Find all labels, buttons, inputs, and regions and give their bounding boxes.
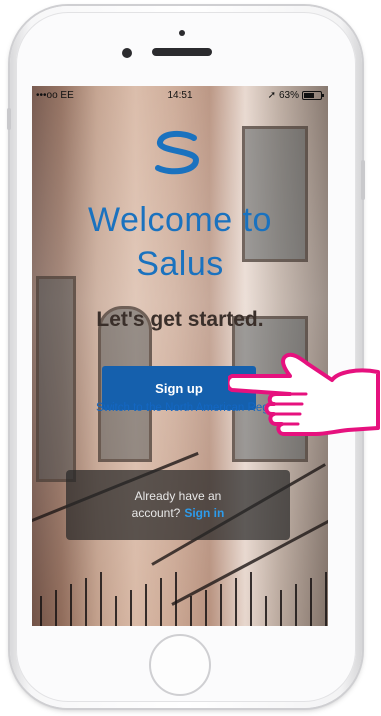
status-bar: •••oo EE 14:51 ➚ 63% — [32, 86, 328, 106]
bg-rail-bar — [235, 578, 237, 626]
bg-rail-bar — [220, 584, 222, 626]
signin-prompt-line-1: Already have an — [134, 489, 222, 503]
pointing-hand-icon — [228, 352, 380, 436]
bg-rail-bar — [145, 584, 147, 626]
bg-window — [36, 276, 76, 482]
bg-rail-bar — [325, 572, 327, 626]
salus-s-logo-icon — [155, 130, 200, 175]
location-arrow-icon: ➚ — [267, 90, 276, 101]
side-button-left — [7, 108, 11, 130]
earpiece-speaker — [152, 48, 212, 56]
bg-rail-bar — [40, 596, 42, 626]
bg-rail-bar — [100, 572, 102, 626]
bg-rail-bar — [280, 590, 282, 626]
bg-rail-bar — [265, 596, 267, 626]
bg-rail-bar — [310, 578, 312, 626]
battery-percent: 63% — [278, 90, 299, 101]
bg-rail-bar — [190, 596, 192, 626]
sign-in-link[interactable]: Sign in — [184, 506, 224, 520]
bg-rail-bar — [160, 578, 162, 626]
bg-rail-bar — [85, 578, 87, 626]
battery-fill — [304, 93, 314, 98]
battery-tip — [322, 94, 324, 97]
tagline: Let's get started. — [96, 308, 264, 331]
bg-rail-bar — [295, 584, 297, 626]
side-button-right — [361, 160, 365, 200]
front-camera — [122, 48, 132, 58]
bg-rail-bar — [175, 572, 177, 626]
signin-prompt-line-2: account? Sign in — [66, 505, 290, 522]
front-sensor — [179, 30, 185, 36]
bg-rail-bar — [130, 590, 132, 626]
welcome-line-1: Welcome to — [88, 201, 272, 239]
bg-rail-bar — [115, 596, 117, 626]
bg-rail-bar — [55, 590, 57, 626]
bg-rail-bar — [250, 572, 252, 626]
bg-rail-bar — [205, 590, 207, 626]
battery-icon — [302, 91, 324, 100]
signin-prompt-text: account? — [131, 506, 181, 520]
welcome-heading: Welcome to Salus — [32, 198, 328, 286]
sign-in-panel: Already have an account? Sign in — [66, 470, 290, 540]
battery-status: ➚ 63% — [267, 90, 324, 101]
home-button[interactable] — [149, 634, 211, 696]
bg-rail-bar — [70, 584, 72, 626]
welcome-line-2: Salus — [136, 245, 224, 283]
